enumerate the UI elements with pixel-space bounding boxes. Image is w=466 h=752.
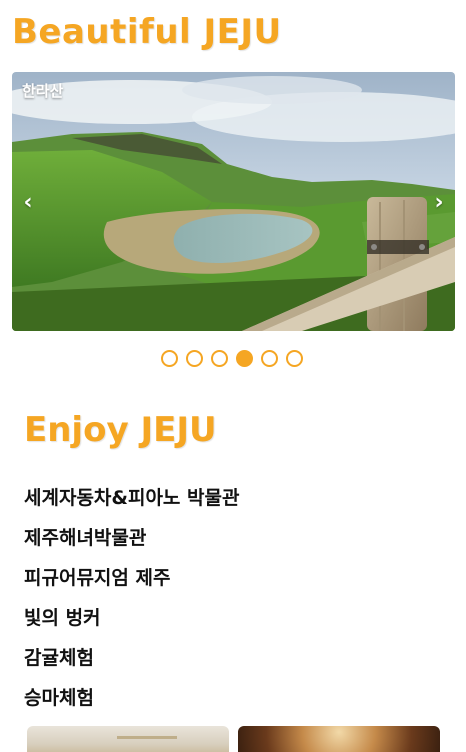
attraction-item[interactable]: 피규어뮤지엄 제주 (24, 564, 239, 604)
attraction-item[interactable]: 세계자동차&피아노 박물관 (24, 484, 239, 524)
attraction-item[interactable]: 제주해녀박물관 (24, 524, 239, 564)
museum-thumbnail[interactable] (27, 726, 229, 752)
section-title: Enjoy JEJU (24, 410, 217, 450)
carousel-prev-button[interactable]: ‹ (18, 190, 38, 216)
carousel-dot[interactable] (261, 350, 278, 367)
carousel-dot[interactable] (161, 350, 178, 367)
carousel-indicators (161, 350, 303, 367)
carousel-dot[interactable] (286, 350, 303, 367)
thumbnail-row (27, 726, 440, 752)
image-carousel[interactable]: 한라산 ‹ › (12, 72, 455, 331)
carousel-dot[interactable] (211, 350, 228, 367)
hallasan-crater-photo (12, 72, 455, 331)
light-bunker-thumbnail[interactable] (238, 726, 440, 752)
carousel-dot[interactable] (186, 350, 203, 367)
slide-caption: 한라산 (22, 82, 64, 100)
carousel-next-button[interactable]: › (429, 190, 449, 216)
page-title: Beautiful JEJU (12, 12, 282, 52)
carousel-dot[interactable] (236, 350, 253, 367)
attraction-item[interactable]: 감귤체험 (24, 644, 239, 684)
attraction-item[interactable]: 빛의 벙커 (24, 604, 239, 644)
attraction-item[interactable]: 승마체험 (24, 684, 239, 724)
attraction-list: 세계자동차&피아노 박물관 제주해녀박물관 피규어뮤지엄 제주 빛의 벙커 감귤… (24, 484, 239, 724)
